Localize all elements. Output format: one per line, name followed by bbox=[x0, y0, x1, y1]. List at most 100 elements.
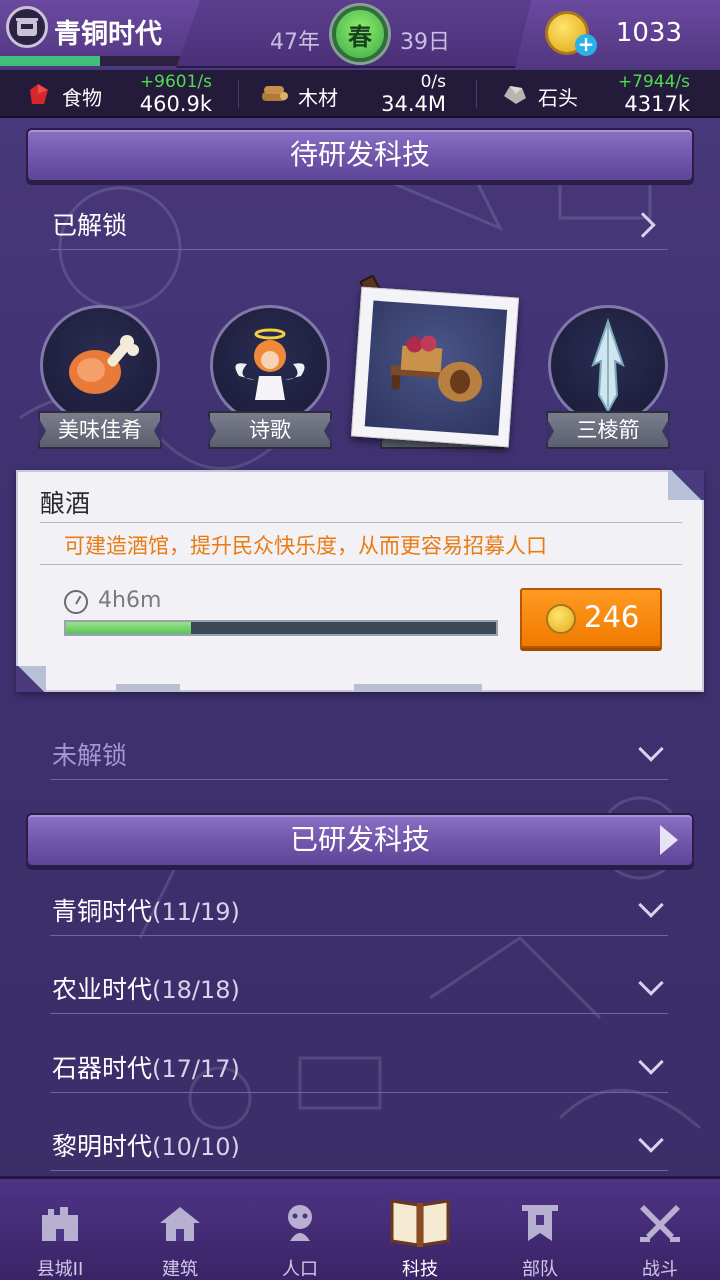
era-emblem-icon bbox=[6, 6, 48, 48]
tech-brewing-selected[interactable] bbox=[350, 286, 520, 448]
nav-technology[interactable]: 科技 bbox=[360, 1179, 480, 1280]
resource-total: 4317k bbox=[624, 92, 690, 116]
tech-poetry[interactable]: 诗歌 bbox=[208, 305, 332, 455]
research-progress-bar bbox=[64, 620, 498, 636]
resource-rate: +7944/s bbox=[617, 72, 690, 92]
era-row-agriculture[interactable]: 农业时代(18/18) bbox=[50, 962, 668, 1014]
crossed-swords-icon bbox=[640, 1205, 680, 1242]
research-progress-fill bbox=[66, 622, 191, 634]
era-row-dawn[interactable]: 黎明时代(10/10) bbox=[50, 1119, 668, 1171]
locked-label: 未解锁 bbox=[52, 741, 128, 770]
tech-label: 美味佳肴 bbox=[38, 411, 162, 449]
divider bbox=[238, 80, 239, 108]
era-row-bronze[interactable]: 青铜时代(11/19) bbox=[50, 884, 668, 936]
pending-tech-header[interactable]: 待研发科技 bbox=[26, 128, 694, 182]
nav-label: 部队 bbox=[522, 1259, 558, 1280]
tech-triangle-arrow[interactable]: 三棱箭 bbox=[546, 305, 670, 455]
researched-tech-title: 已研发科技 bbox=[289, 823, 430, 856]
year-label: 47年 bbox=[270, 30, 320, 55]
resource-name: 石头 bbox=[538, 86, 578, 110]
day-label: 39日 bbox=[400, 30, 450, 55]
brewery-barrel-cart-icon bbox=[364, 300, 508, 436]
unlocked-row[interactable]: 已解锁 bbox=[50, 198, 668, 250]
era-row-label: 石器时代(17/17) bbox=[52, 1054, 240, 1083]
person-icon bbox=[288, 1205, 312, 1241]
nav-battle[interactable]: 战斗 bbox=[600, 1179, 720, 1280]
bottom-nav: 县城II 建筑 人口 科技 部队 战斗 bbox=[0, 1176, 720, 1280]
timer-icon bbox=[64, 590, 88, 614]
castle-icon bbox=[42, 1207, 78, 1241]
era-progress-bar bbox=[0, 56, 200, 66]
add-gold-icon[interactable]: + bbox=[575, 34, 597, 56]
resource-rate: +9601/s bbox=[139, 72, 212, 92]
nav-population[interactable]: 人口 bbox=[240, 1179, 360, 1280]
book-icon bbox=[390, 1199, 450, 1247]
tech-label: 三棱箭 bbox=[546, 411, 670, 449]
top-bar: 青铜时代 47年 春 39日 + 1033 bbox=[0, 0, 720, 68]
resource-name: 木材 bbox=[298, 86, 338, 110]
card-corner-decoration bbox=[16, 666, 46, 692]
season-badge: 春 bbox=[332, 6, 388, 62]
resource-rate: 0/s bbox=[420, 72, 446, 92]
nav-county[interactable]: 县城II bbox=[0, 1179, 120, 1280]
nav-label: 县城II bbox=[36, 1259, 84, 1280]
play-arrow-icon bbox=[660, 825, 678, 855]
nav-label: 战斗 bbox=[642, 1259, 678, 1280]
era-row-label: 农业时代(18/18) bbox=[52, 975, 240, 1004]
divider bbox=[40, 564, 682, 565]
nav-label: 科技 bbox=[402, 1259, 438, 1280]
era-row-label: 青铜时代(11/19) bbox=[52, 897, 240, 926]
tech-detail-card: 酿酒 可建造酒馆，提升民众快乐度，从而更容易招募人口 4h6m 246 bbox=[16, 470, 704, 692]
chevron-down-icon bbox=[638, 736, 664, 762]
wood-log-icon bbox=[262, 86, 288, 101]
era-panel[interactable]: 青铜时代 bbox=[0, 0, 200, 68]
resource-stone: 石头 +7944/s 4317k bbox=[500, 70, 690, 118]
gold-coin-icon bbox=[546, 604, 576, 634]
tech-label: 诗歌 bbox=[208, 411, 332, 449]
nav-buildings[interactable]: 建筑 bbox=[120, 1179, 240, 1280]
chevron-down-icon bbox=[638, 1049, 664, 1075]
era-row-count: (11/19) bbox=[152, 898, 240, 926]
angel-poet-icon bbox=[210, 305, 330, 425]
era-title: 青铜时代 bbox=[54, 19, 162, 50]
era-row-count: (18/18) bbox=[152, 976, 240, 1004]
nav-label: 建筑 bbox=[162, 1259, 198, 1280]
tech-detail-title: 酿酒 bbox=[40, 489, 91, 518]
era-row-label: 黎明时代(10/10) bbox=[52, 1132, 240, 1161]
speedup-research-button[interactable]: 246 bbox=[520, 588, 662, 648]
chevron-down-icon bbox=[638, 970, 664, 996]
tech-tasty-food[interactable]: 美味佳肴 bbox=[38, 305, 162, 455]
era-progress-fill bbox=[0, 56, 100, 66]
unlocked-label: 已解锁 bbox=[52, 211, 128, 240]
roast-ham-icon bbox=[40, 305, 160, 425]
researched-tech-header[interactable]: 已研发科技 bbox=[26, 813, 694, 867]
era-row-count: (17/17) bbox=[152, 1055, 240, 1083]
resource-bar: 食物 +9601/s 460.9k 木材 0/s 34.4M 石头 +7944/… bbox=[0, 70, 720, 118]
divider bbox=[476, 80, 477, 108]
research-time: 4h6m bbox=[98, 588, 162, 613]
card-corner-decoration bbox=[668, 470, 704, 500]
speedup-cost: 246 bbox=[584, 600, 640, 634]
pending-tech-title: 待研发科技 bbox=[289, 138, 430, 171]
nav-troops[interactable]: 部队 bbox=[480, 1179, 600, 1280]
resource-total: 34.4M bbox=[381, 92, 446, 116]
resource-total: 460.9k bbox=[139, 92, 212, 116]
era-row-count: (10/10) bbox=[152, 1133, 240, 1161]
gold-value: 1033 bbox=[615, 18, 682, 48]
chevron-down-icon bbox=[638, 1127, 664, 1153]
resource-food: 食物 +9601/s 460.9k bbox=[24, 70, 212, 118]
meat-food-icon bbox=[30, 84, 48, 104]
era-row-stone[interactable]: 石器时代(17/17) bbox=[50, 1041, 668, 1093]
nav-label: 人口 bbox=[282, 1259, 318, 1280]
tech-detail-description: 可建造酒馆，提升民众快乐度，从而更容易招募人口 bbox=[64, 534, 547, 558]
locked-row[interactable]: 未解锁 bbox=[50, 728, 668, 780]
card-tab-decoration bbox=[116, 684, 180, 692]
stone-icon bbox=[504, 86, 526, 104]
gold-panel[interactable]: + 1033 bbox=[515, 0, 720, 68]
banner-icon bbox=[522, 1205, 558, 1241]
divider bbox=[40, 522, 682, 523]
resource-wood: 木材 0/s 34.4M bbox=[260, 70, 446, 118]
chevron-right-icon bbox=[630, 212, 656, 238]
house-icon bbox=[160, 1207, 200, 1241]
card-tab-decoration bbox=[354, 684, 482, 692]
